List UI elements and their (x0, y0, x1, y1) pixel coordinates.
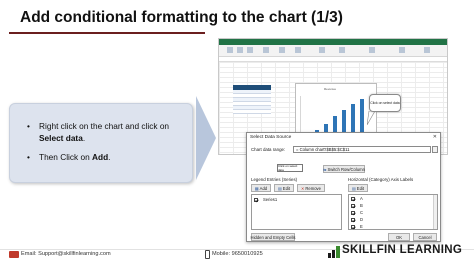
table-row (233, 110, 271, 114)
edit-series-button[interactable]: ▤ Edit (274, 184, 294, 192)
remove-label: Remove (305, 185, 321, 191)
category-name: E (360, 224, 363, 229)
checkbox-checked-icon[interactable] (351, 203, 355, 208)
close-icon[interactable]: ✕ (433, 134, 437, 140)
edit-icon: ▤ (278, 185, 282, 191)
edit-axis-button[interactable]: ▤ Edit (348, 184, 368, 192)
mini-chart-title: Revenue (324, 87, 337, 91)
ribbon-icon (319, 47, 325, 53)
instruction-box: • Right click on the chart and click on … (9, 103, 193, 183)
switch-label: Switch Row/Column (327, 166, 365, 172)
checkbox-checked-icon[interactable] (351, 224, 355, 229)
step-2-end: . (108, 152, 111, 162)
category-item[interactable]: E (351, 224, 363, 230)
step-1-bold: Select data (39, 132, 83, 143)
checkbox-checked-icon[interactable] (351, 217, 355, 222)
footer-email: Email: Support@skillfinlearning.com (21, 251, 111, 257)
category-item[interactable]: B (351, 203, 363, 209)
checkbox-checked-icon[interactable] (351, 196, 355, 201)
category-item[interactable]: C (351, 210, 363, 216)
chart-range-label: Chart data range: (251, 147, 286, 152)
skillfin-logo-icon (328, 246, 340, 258)
ribbon-icon (279, 47, 285, 53)
tooltip: Click on select data (277, 164, 303, 172)
checkbox-checked-icon[interactable] (254, 197, 258, 202)
footer-phone: Mobile: 9650010925 (212, 251, 263, 257)
slide-title: Add conditional formatting to the chart … (20, 9, 343, 26)
edit-axis-label: Edit (356, 185, 364, 191)
remove-series-button[interactable]: ✕ Remove (297, 184, 325, 192)
bullet-dot: • (27, 152, 30, 162)
instruction-step-2: • Then Click on Add. (27, 152, 189, 164)
ribbon-icon (424, 47, 430, 53)
brand-logo-text: SKILLFIN LEARNING (342, 244, 463, 256)
ribbon-icon (295, 47, 301, 53)
select-data-source-dialog: Select Data Source ✕ Chart data range: =… (246, 132, 441, 242)
category-list[interactable]: A B C D E (348, 194, 438, 230)
add-icon: ▦ (254, 185, 259, 191)
add-series-button[interactable]: ▦ Add (251, 184, 271, 192)
add-label: Add (259, 185, 268, 191)
chart-range-input[interactable]: = Column chart'!$B$5:$C$11 (293, 146, 431, 153)
excel-ribbon (219, 45, 447, 57)
ribbon-icon (263, 47, 269, 53)
category-item[interactable]: D (351, 217, 363, 223)
series-name: Series1 (263, 197, 278, 202)
cancel-button[interactable]: Cancel (413, 233, 437, 241)
hidden-empty-cells-button[interactable]: Hidden and Empty Cells (251, 233, 295, 241)
phone-icon (205, 250, 210, 259)
category-name: C (360, 210, 364, 215)
email-icon (9, 251, 19, 258)
series-item[interactable]: Series1 (254, 197, 277, 203)
category-name: D (360, 217, 364, 222)
excel-data-table (233, 85, 271, 114)
legend-entries-label: Legend Entries (Series) (251, 177, 298, 182)
right-arrow-icon (196, 96, 216, 180)
remove-icon: ✕ (301, 185, 305, 191)
ribbon-icon (227, 47, 233, 53)
step-2-text: Then Click on (39, 152, 93, 162)
bullet-dot: • (27, 121, 30, 131)
edit-axis-icon: ▤ (352, 185, 356, 191)
callout-pointer-icon (367, 111, 376, 125)
instruction-step-1: • Right click on the chart and click on … (27, 121, 189, 144)
callout-note: Click on select data (369, 94, 401, 112)
checkbox-checked-icon[interactable] (351, 210, 355, 215)
edit-label: Edit (282, 185, 290, 191)
ribbon-icon (247, 47, 253, 53)
title-underline (9, 32, 205, 34)
series-list[interactable]: Series1 (251, 194, 342, 230)
category-name: A (360, 196, 363, 201)
range-collapse-icon[interactable] (432, 146, 438, 153)
ribbon-icon (237, 47, 243, 53)
ribbon-icon (369, 47, 375, 53)
step-1-end: . (82, 132, 86, 143)
category-name: B (360, 203, 363, 208)
switch-icon: ⇆ (323, 166, 327, 172)
switch-row-column-button[interactable]: ⇆ Switch Row/Column (323, 165, 365, 173)
category-scrollbar[interactable] (433, 195, 437, 229)
axis-labels-label: Horizontal (Category) Axis Labels (348, 177, 414, 182)
step-2-bold: Add (92, 152, 109, 162)
dialog-title: Select Data Source (250, 135, 292, 140)
ok-button[interactable]: OK (388, 233, 410, 241)
step-1-text: Right click on the chart and click on (39, 121, 170, 131)
ribbon-icon (399, 47, 405, 53)
category-item[interactable]: A (351, 196, 363, 202)
ribbon-icon (339, 47, 345, 53)
